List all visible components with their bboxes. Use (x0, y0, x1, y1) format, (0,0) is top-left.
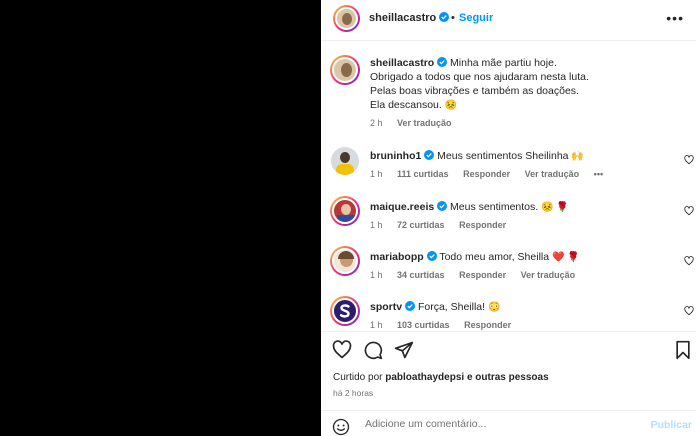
verified-icon (437, 57, 448, 67)
comment-row: sportv Força, Sheilla! 😳 1 h 103 curtida… (321, 296, 696, 331)
caption-username[interactable]: sheillacastro (370, 57, 434, 69)
caption-avatar[interactable] (330, 55, 360, 85)
post-time: há 2 horas (333, 388, 374, 398)
follow-button[interactable]: Seguir (459, 12, 493, 24)
comment-likes[interactable]: 72 curtidas (397, 220, 445, 230)
comment-time: 1 h (370, 320, 383, 330)
comment-time: 1 h (370, 220, 383, 230)
comment-row: maique.reeis Meus sentimentos. 😣 🌹 1 h 7… (321, 196, 696, 238)
commenter-avatar[interactable] (331, 147, 359, 175)
bookmark-icon[interactable] (673, 340, 693, 360)
caption-text: sheillacastro Minha mãe partiu hoje. Obr… (370, 57, 589, 111)
commenter-avatar[interactable] (330, 196, 360, 226)
post-header: sheillacastro • Seguir ••• (321, 0, 696, 41)
comment-time: 1 h (370, 169, 383, 179)
publish-button[interactable]: Publicar (651, 419, 692, 431)
reply-button[interactable]: Responder (464, 320, 511, 330)
verified-icon (437, 201, 448, 211)
comment-text: Meus sentimentos Sheilinha (437, 150, 569, 162)
comment-meta: 1 h 111 curtidas Responder Ver tradução … (370, 169, 615, 179)
verified-icon (424, 150, 435, 160)
post-panel: sheillacastro • Seguir ••• sheillacastro… (321, 0, 696, 436)
add-comment-bar: Publicar (321, 410, 696, 436)
more-icon[interactable]: ••• (594, 169, 603, 179)
post-actions (321, 331, 696, 366)
like-heart-icon[interactable] (684, 306, 694, 316)
verified-icon (405, 301, 416, 311)
liked-by-others[interactable]: e outras pessoas (467, 372, 549, 383)
verified-icon (439, 12, 450, 22)
comment-meta: 1 h 103 curtidas Responder (370, 320, 523, 330)
more-icon[interactable]: ••• (666, 10, 684, 26)
emoji: 😣 🌹 (541, 202, 569, 213)
comment-likes[interactable]: 103 curtidas (397, 320, 450, 330)
commenter-avatar[interactable] (330, 246, 360, 276)
emoji: 😣 (444, 100, 458, 111)
liked-by: Curtido por pabloathaydepsi e outras pes… (333, 372, 549, 383)
comment-text: Todo meu amor, Sheilla (439, 251, 550, 263)
like-heart-icon[interactable] (684, 155, 694, 165)
comment-input[interactable] (363, 417, 637, 431)
see-translation-link[interactable]: Ver tradução (521, 270, 576, 280)
verified-icon (426, 251, 437, 261)
author-avatar[interactable] (333, 5, 360, 32)
reply-button[interactable]: Responder (459, 220, 506, 230)
caption-meta: 2 h Ver tradução (370, 118, 464, 128)
like-heart-icon[interactable] (684, 256, 694, 266)
reply-button[interactable]: Responder (463, 169, 510, 179)
see-translation-link[interactable]: Ver tradução (397, 118, 452, 128)
comment-meta: 1 h 34 curtidas Responder Ver tradução (370, 270, 587, 280)
comments-list: sheillacastro Minha mãe partiu hoje. Obr… (321, 41, 696, 331)
emoji: 😳 (487, 302, 501, 313)
reply-button[interactable]: Responder (459, 270, 506, 280)
comment-row: mariabopp Todo meu amor, Sheilla ❤️ 🌹 1 … (321, 246, 696, 288)
emoji: ❤️ 🌹 (552, 252, 580, 263)
see-translation-link[interactable]: Ver tradução (525, 169, 580, 179)
emoji-icon[interactable] (332, 418, 350, 436)
comment-likes[interactable]: 111 curtidas (397, 169, 449, 179)
commenter-username[interactable]: maique.reeis (370, 201, 434, 213)
commenter-username[interactable]: bruninho1 (370, 150, 421, 162)
heart-icon[interactable] (332, 340, 352, 360)
commenter-username[interactable]: sportv (370, 301, 402, 313)
caption-time: 2 h (370, 118, 383, 128)
commenter-username[interactable]: mariabopp (370, 251, 424, 263)
comment-text: Força, Sheilla! (417, 301, 486, 313)
comment-meta: 1 h 72 curtidas Responder (370, 220, 518, 230)
commenter-avatar[interactable] (330, 296, 360, 326)
separator-dot: • (451, 12, 455, 24)
caption: sheillacastro Minha mãe partiu hoje. Obr… (321, 55, 696, 135)
emoji: 🙌 (571, 151, 584, 162)
comment-likes[interactable]: 34 curtidas (397, 270, 445, 280)
comment-icon[interactable] (363, 340, 383, 360)
sportv-logo (339, 304, 350, 318)
share-icon[interactable] (394, 340, 414, 360)
comment-row: bruninho1 Meus sentimentos Sheilinha 🙌 1… (321, 145, 696, 187)
comment-text: Meus sentimentos. (450, 201, 539, 213)
like-heart-icon[interactable] (684, 206, 694, 216)
comment-time: 1 h (370, 270, 383, 280)
post-media (0, 0, 321, 436)
liked-by-user[interactable]: pabloathaydepsi (385, 372, 464, 383)
author-username[interactable]: sheillacastro (369, 12, 450, 24)
